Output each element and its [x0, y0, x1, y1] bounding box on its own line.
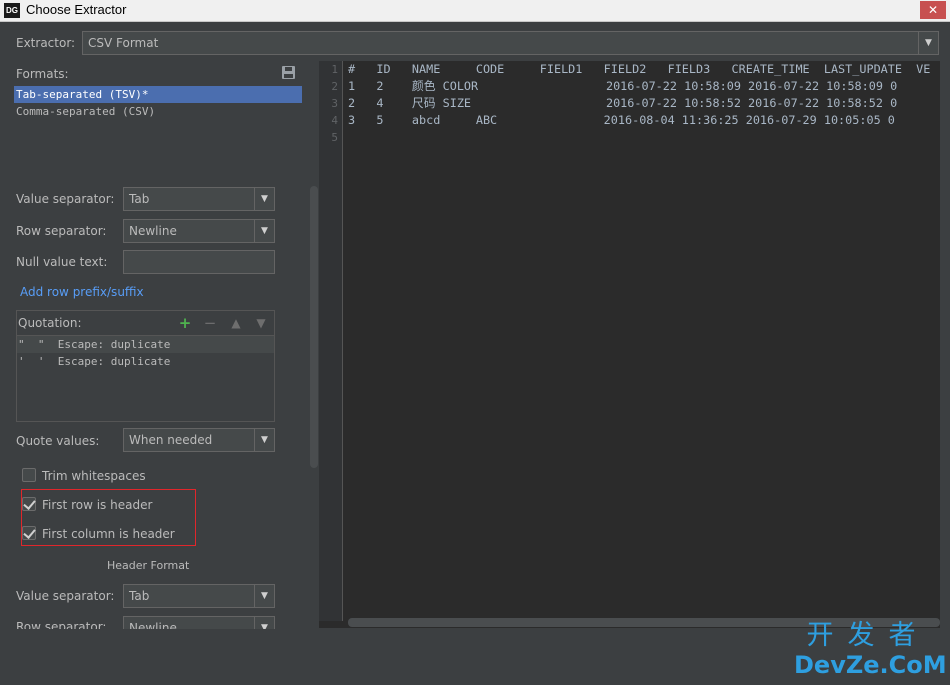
row-separator-label: Row separator:: [16, 224, 107, 238]
format-item-csv[interactable]: Comma-separated (CSV): [14, 103, 302, 120]
watermark-logo: 开发者 DevZe.CoM: [794, 620, 947, 680]
preview-text: # ID NAME CODE FIELD1 FIELD2 FIELD3 CREA…: [348, 61, 930, 146]
quotation-header: Quotation: + − ▲ ▼: [17, 311, 274, 336]
quotation-row[interactable]: ' ' Escape: duplicate: [17, 353, 274, 370]
first-row-header-checkbox[interactable]: [22, 497, 36, 511]
quotation-table: Quotation: + − ▲ ▼ " " Escape: duplicate…: [16, 310, 275, 422]
add-row-prefix-suffix-link[interactable]: Add row prefix/suffix: [20, 285, 144, 299]
chevron-down-icon: ▼: [254, 585, 274, 607]
close-icon[interactable]: ✕: [920, 1, 946, 19]
header-value-separator-label: Value separator:: [16, 589, 115, 603]
line-number: 5: [331, 131, 338, 144]
quotation-row[interactable]: " " Escape: duplicate: [17, 336, 274, 353]
chevron-down-icon: ▼: [254, 617, 274, 629]
line-number: 2: [331, 80, 338, 93]
header-format-title: Header Format: [107, 559, 190, 572]
title-bar: DG Choose Extractor ✕: [0, 0, 950, 22]
header-value-separator-value: Tab: [129, 589, 150, 603]
extractor-label: Extractor:: [16, 36, 76, 50]
formats-label: Formats:: [16, 67, 69, 81]
first-column-header-checkbox[interactable]: [22, 526, 36, 540]
format-item-tsv[interactable]: Tab-separated (TSV)*: [14, 86, 302, 103]
app-logo-icon: DG: [4, 3, 20, 18]
header-value-separator-select[interactable]: Tab ▼: [123, 584, 275, 608]
preview-line: [348, 129, 930, 146]
first-row-header-label: First row is header: [42, 498, 153, 512]
trim-whitespaces-checkbox[interactable]: [22, 468, 36, 482]
row-separator-select[interactable]: Newline ▼: [123, 219, 275, 243]
watermark-line1: 开发者: [806, 620, 930, 651]
preview-line: 2 4 尺码 SIZE 2016-07-22 10:58:52 2016-07-…: [348, 96, 898, 110]
chevron-down-icon: ▼: [254, 220, 274, 242]
null-value-input[interactable]: [123, 250, 275, 274]
quote-values-select[interactable]: When needed ▼: [123, 428, 275, 452]
quote-values-label: Quote values:: [16, 434, 100, 448]
move-down-icon[interactable]: ▼: [253, 314, 269, 332]
value-separator-value: Tab: [129, 192, 150, 206]
header-row-separator-select[interactable]: Newline ▼: [123, 616, 275, 629]
quotation-label: Quotation:: [18, 316, 82, 330]
row-separator-value: Newline: [129, 224, 177, 238]
header-row-separator-clip: Row separator: Newline ▼: [0, 614, 310, 629]
watermark-line2: DevZe.CoM: [794, 651, 947, 679]
header-row-separator-label: Row separator:: [16, 620, 107, 629]
null-value-label: Null value text:: [16, 255, 108, 269]
preview-line: # ID NAME CODE FIELD1 FIELD2 FIELD3 CREA…: [348, 62, 931, 76]
line-number: 3: [331, 97, 338, 110]
move-up-icon[interactable]: ▲: [228, 314, 244, 332]
line-number: 4: [331, 114, 338, 127]
save-icon[interactable]: [282, 66, 295, 79]
quote-values-value: When needed: [129, 433, 213, 447]
first-column-header-label: First column is header: [42, 527, 175, 541]
value-separator-label: Value separator:: [16, 192, 115, 206]
trim-whitespaces-label: Trim whitespaces: [42, 469, 146, 483]
preview-line: 3 5 abcd ABC 2016-08-04 11:36:25 2016-07…: [348, 113, 895, 127]
remove-icon[interactable]: −: [202, 314, 218, 332]
line-number-gutter: 1 2 3 4 5: [319, 61, 343, 621]
line-number: 1: [331, 63, 338, 76]
window-title: Choose Extractor: [26, 2, 127, 17]
extractor-value: CSV Format: [88, 36, 159, 50]
chevron-down-icon: ▼: [254, 429, 274, 451]
left-panel-scrollbar[interactable]: [310, 186, 318, 468]
preview-editor: 1 2 3 4 5 # ID NAME CODE FIELD1 FIELD2 F…: [319, 61, 940, 628]
formats-list[interactable]: Tab-separated (TSV)* Comma-separated (CS…: [14, 86, 302, 186]
preview-line: 1 2 颜色 COLOR 2016-07-22 10:58:09 2016-07…: [348, 79, 898, 93]
header-row-separator-value: Newline: [129, 621, 177, 629]
add-icon[interactable]: +: [177, 314, 193, 332]
extractor-select[interactable]: CSV Format ▼: [82, 31, 939, 55]
value-separator-select[interactable]: Tab ▼: [123, 187, 275, 211]
chevron-down-icon: ▼: [918, 32, 938, 54]
chevron-down-icon: ▼: [254, 188, 274, 210]
